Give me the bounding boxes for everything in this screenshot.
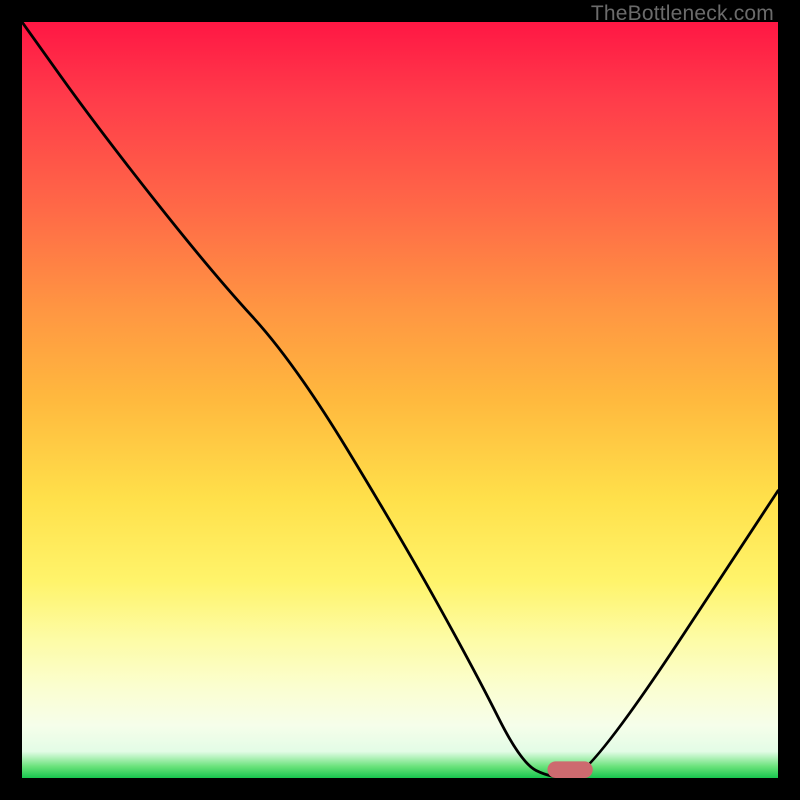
optimal-marker [547,761,592,778]
chart-frame: TheBottleneck.com [0,0,800,800]
curve-layer [22,22,778,778]
plot-area [22,22,778,778]
bottleneck-curve [22,22,778,778]
